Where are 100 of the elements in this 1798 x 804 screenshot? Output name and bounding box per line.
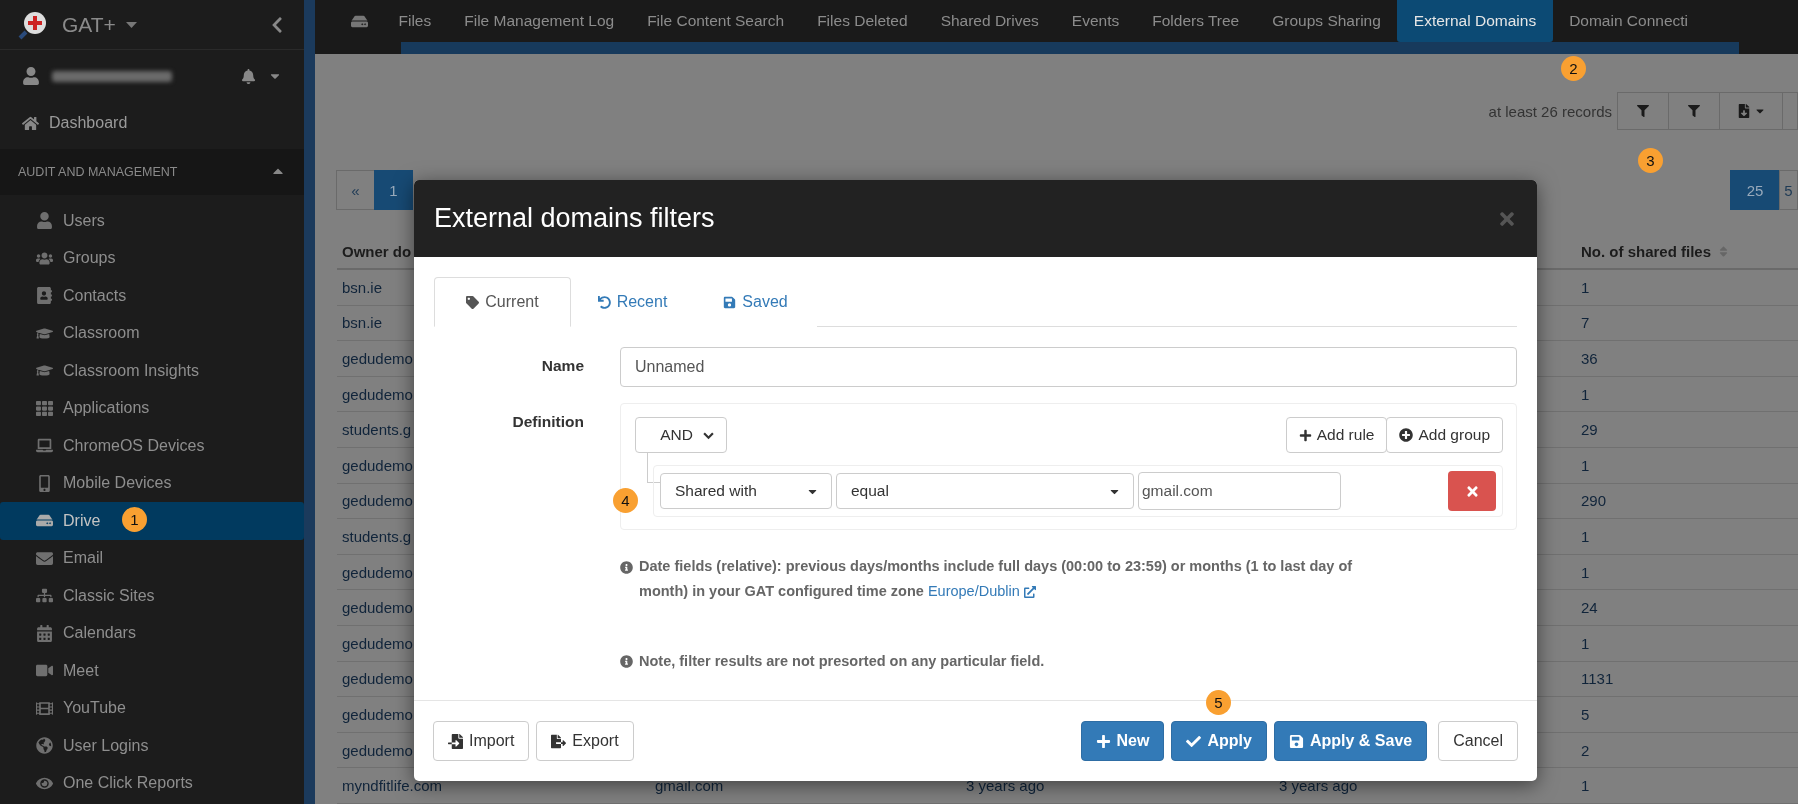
- page-size-button[interactable]: 25: [1730, 170, 1780, 211]
- filter-icon: [1637, 105, 1649, 118]
- export-icon: [551, 733, 567, 749]
- sitemap-icon: [35, 587, 53, 605]
- dialog-tab[interactable]: Current: [434, 277, 571, 327]
- bell-icon: [241, 68, 256, 84]
- value-input[interactable]: gmail.com: [1138, 472, 1341, 510]
- step-marker: 2: [1561, 56, 1586, 81]
- table-cell: gedudemo: [342, 492, 413, 510]
- table-cell: students.g: [342, 528, 412, 546]
- caret-icon[interactable]: [125, 21, 137, 28]
- nav-tab[interactable]: Shared Drives: [924, 0, 1056, 43]
- sidebar-item[interactable]: Groups: [0, 239, 304, 277]
- section-title: AUDIT AND MANAGEMENT: [18, 165, 178, 179]
- info-icon: [620, 655, 633, 668]
- dialog-title: External domains filters: [434, 203, 715, 234]
- sidebar-item[interactable]: Classic Sites: [0, 577, 304, 615]
- table-cell: 1: [1581, 385, 1590, 403]
- nav-tab[interactable]: External Domains: [1397, 0, 1553, 43]
- brand-name[interactable]: GAT+: [62, 12, 116, 37]
- step-marker: 3: [1638, 148, 1663, 173]
- table-cell: 1: [1581, 563, 1590, 581]
- column-header[interactable]: No. of shared files: [1581, 242, 1712, 260]
- table-cell: gmail.com: [655, 777, 724, 795]
- table-cell: 3 years ago: [966, 777, 1045, 795]
- tag-icon: [466, 295, 480, 309]
- history-icon: [597, 295, 611, 309]
- footer-button[interactable]: Export: [536, 721, 634, 761]
- clear-filter-button[interactable]: [1668, 92, 1720, 131]
- note-text: Note, filter results are not presorted on any particular field.: [639, 652, 1045, 671]
- nav-tab[interactable]: Events: [1055, 0, 1136, 43]
- table-cell: bsn.ie: [342, 278, 383, 296]
- field-label: Name: [540, 356, 584, 376]
- page-size-button[interactable]: 5: [1779, 170, 1798, 211]
- nav-tab[interactable]: File Content Search: [630, 0, 801, 43]
- table-cell: myndfitlife.com: [342, 777, 443, 795]
- sidebar-item[interactable]: User Logins: [0, 727, 304, 765]
- grid-icon: [35, 399, 53, 417]
- filter-button[interactable]: [1617, 92, 1669, 131]
- film-icon: [35, 699, 53, 717]
- plus-icon: [1095, 733, 1111, 749]
- nav-tab[interactable]: Folders Tree: [1135, 0, 1256, 43]
- nav-tab[interactable]: Files: [382, 0, 448, 43]
- sidebar-item[interactable]: Mobile Devices: [0, 464, 304, 502]
- sidebar-item[interactable]: Meet: [0, 652, 304, 690]
- home-icon: [22, 114, 39, 132]
- table-cell: 7: [1581, 314, 1590, 332]
- nav-tab[interactable]: Domain Connecti: [1552, 0, 1705, 43]
- table-cell: 5: [1581, 706, 1590, 723]
- table-cell: 1: [1581, 456, 1590, 474]
- page-button[interactable]: 1: [374, 170, 413, 211]
- table-cell: students.g: [342, 421, 412, 439]
- nav-tab[interactable]: Files Deleted: [800, 0, 925, 43]
- footer-button[interactable]: Apply: [1171, 721, 1267, 761]
- save-icon: [1288, 733, 1304, 749]
- nav-tab[interactable]: Groups Sharing: [1255, 0, 1398, 43]
- name-input[interactable]: Unnamed: [620, 347, 1517, 387]
- sidebar-item[interactable]: One Click Reports: [0, 764, 304, 802]
- delete-rule-button[interactable]: [1448, 471, 1496, 511]
- table-cell: 1131: [1581, 670, 1614, 688]
- export-icon: [1736, 104, 1751, 119]
- envelope-icon: [35, 549, 53, 567]
- info-text: Date fields (relative): previous days/months include full days (00:00 to 23:59) or months (1 to last day of month) in your GAT configured time zone Europe/Dublin: [639, 554, 1360, 604]
- save-icon: [723, 295, 737, 309]
- sidebar-item[interactable]: ChromeOS Devices: [0, 427, 304, 465]
- plus-icon: [1298, 428, 1312, 442]
- sidebar-item[interactable]: Classroom: [0, 314, 304, 352]
- sidebar-item[interactable]: Users: [0, 202, 304, 240]
- sidebar-item[interactable]: Dashboard: [0, 102, 304, 144]
- sidebar-item[interactable]: Classroom Insights: [0, 352, 304, 390]
- calendar-icon: [35, 624, 53, 642]
- export-button[interactable]: [1719, 92, 1783, 131]
- sidebar-item[interactable]: Calendars: [0, 614, 304, 652]
- field-label: Definition: [511, 412, 584, 432]
- footer-button[interactable]: Cancel: [1438, 721, 1518, 761]
- table-cell: 290: [1581, 492, 1607, 510]
- sidebar-item[interactable]: YouTube: [0, 689, 304, 727]
- table-cell: gedudemo: [342, 741, 413, 759]
- table-cell: gedudemo: [342, 706, 413, 723]
- table-cell: gedudemo: [342, 350, 413, 368]
- table-cell: 24: [1581, 599, 1598, 617]
- filter-clear-icon: [1688, 105, 1700, 118]
- footer-button[interactable]: Apply & Save: [1273, 721, 1428, 761]
- timezone-link[interactable]: Europe/Dublin: [927, 579, 1036, 604]
- table-cell: 1: [1581, 634, 1590, 652]
- footer-button[interactable]: New: [1080, 721, 1165, 761]
- table-cell: 1: [1581, 777, 1590, 795]
- condition-dropdown[interactable]: AND: [635, 417, 727, 453]
- info-icon: [620, 561, 633, 574]
- add-group-button[interactable]: Add group: [1386, 417, 1503, 453]
- nav-tab[interactable]: File Management Log: [447, 0, 631, 43]
- record-count: at least 26 records: [1488, 102, 1612, 120]
- sidebar-item[interactable]: Contacts: [0, 277, 304, 315]
- operator-dropdown[interactable]: equal: [836, 473, 1134, 509]
- page-button[interactable]: «: [336, 170, 375, 211]
- footer-button[interactable]: Import: [433, 721, 530, 761]
- table-cell: 29: [1581, 421, 1598, 439]
- sidebar-item[interactable]: Applications: [0, 389, 304, 427]
- sidebar-item[interactable]: Email: [0, 539, 304, 577]
- field-dropdown[interactable]: Shared with: [660, 473, 832, 509]
